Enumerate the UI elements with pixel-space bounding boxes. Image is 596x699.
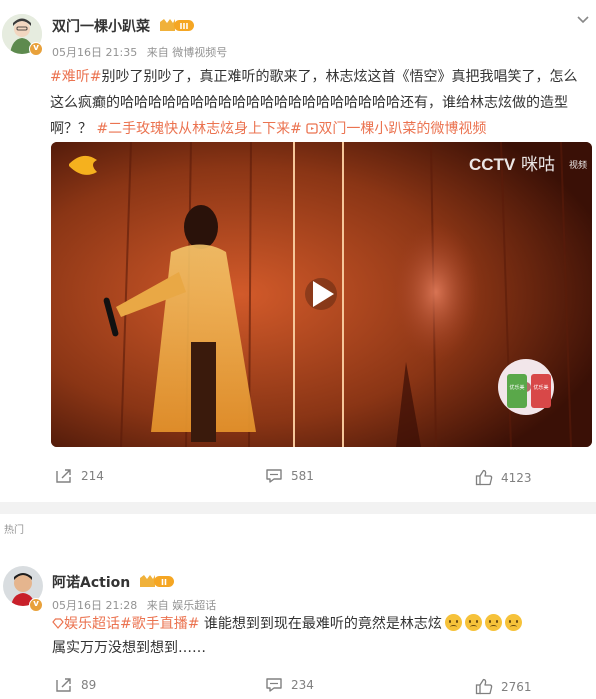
post-username-text[interactable]: 双门一棵小趴菜 — [52, 19, 150, 35]
comment-text-2: 属实万万没想到想到…… — [52, 640, 206, 656]
super-topic-link[interactable]: 娱乐超话 — [52, 616, 120, 632]
comment-reply-button[interactable]: 234 — [265, 677, 314, 693]
thumbs-up-icon — [475, 678, 493, 695]
promo-text-1: 优乐美 — [509, 384, 524, 391]
thumbs-up-icon — [475, 469, 493, 486]
video-link-icon — [306, 123, 319, 134]
video-thumbnail[interactable]: CCTV 咪咕 视频 优乐美 优乐美 — [51, 142, 592, 447]
comment-text: 娱乐超话#歌手直播# 谁能想到到现在最难听的竟然是林志炫 属实万万没想到想到…… — [52, 612, 582, 660]
sad-emoji-icon — [504, 614, 522, 631]
super-topic-text[interactable]: 娱乐超话 — [64, 616, 120, 632]
comment-repost-button[interactable]: 89 — [55, 677, 96, 693]
topic-link[interactable]: #难听# — [50, 69, 101, 85]
comment-vip-text: II — [161, 578, 167, 587]
sad-emoji-icon — [484, 614, 502, 631]
comment-text-1: 谁能想到到现在最难听的竟然是林志炫 — [203, 616, 442, 632]
cctv-watermark: CCTV — [469, 155, 516, 174]
comment-topic-link[interactable]: #歌手直播# — [120, 616, 199, 632]
comment-like-button[interactable]: 2761 — [475, 678, 532, 695]
comment-repost-count: 89 — [81, 678, 97, 692]
comment-icon — [266, 678, 282, 692]
section-divider — [0, 502, 596, 514]
video-frame: CCTV 咪咕 视频 优乐美 优乐美 — [51, 142, 592, 447]
video-link[interactable]: 双门一棵小趴菜的微博视频 — [306, 121, 486, 137]
comment-reply-count: 234 — [291, 678, 314, 692]
post-text: #难听#别吵了别吵了，真正难听的歌来了，林志炫这首《悟空》真把我唱笑了，怎么这么… — [50, 64, 590, 142]
migu-watermark: 咪咕 — [521, 155, 555, 175]
post-source: 来自 微博视频号 — [146, 46, 228, 59]
chevron-down-icon[interactable] — [576, 10, 590, 29]
comment-button[interactable]: 581 — [265, 468, 314, 484]
video-link-text[interactable]: 双门一棵小趴菜的微博视频 — [318, 121, 486, 137]
diamond-icon — [52, 618, 64, 629]
sad-emoji-icon — [444, 614, 462, 631]
comment-source: 来自 娱乐超话 — [146, 599, 217, 612]
post-meta: 05月16日 21:35 来自 微博视频号 — [52, 44, 233, 60]
verified-badge: v — [29, 42, 43, 56]
comment-verified-badge: v — [29, 598, 43, 612]
promo-text-2: 优乐美 — [533, 384, 548, 391]
sad-emoji-icon — [464, 614, 482, 631]
repost-button[interactable]: 214 — [55, 468, 104, 484]
topic-link-2[interactable]: #二手玫瑰快从林志炫身上下来# — [92, 121, 301, 137]
post-time[interactable]: 05月16日 21:35 — [52, 46, 137, 59]
comment-count: 581 — [291, 469, 314, 483]
comment-icon — [266, 469, 282, 483]
comment-meta: 05月16日 21:28 来自 娱乐超话 — [52, 597, 222, 613]
comment-vip-badge: II — [139, 574, 175, 592]
repost-icon — [56, 469, 71, 483]
repost-icon — [56, 678, 71, 692]
vip-level-badge: III — [159, 18, 195, 36]
vip-level-text: III — [179, 22, 188, 31]
post-username[interactable]: 双门一棵小趴菜 III — [52, 16, 195, 36]
hot-section-label: 热门 — [4, 525, 24, 536]
topic-2-text[interactable]: #二手玫瑰快从林志炫身上下来# — [96, 121, 301, 137]
comment-username-text[interactable]: 阿诺Action — [52, 575, 130, 591]
repost-count: 214 — [81, 469, 104, 483]
comment-like-count: 2761 — [501, 679, 532, 694]
comment-username[interactable]: 阿诺Action II — [52, 572, 175, 592]
migu-watermark-sub: 视频 — [569, 159, 587, 171]
like-count: 4123 — [501, 470, 532, 485]
comment-time[interactable]: 05月16日 21:28 — [52, 599, 137, 612]
like-button[interactable]: 4123 — [475, 469, 532, 486]
